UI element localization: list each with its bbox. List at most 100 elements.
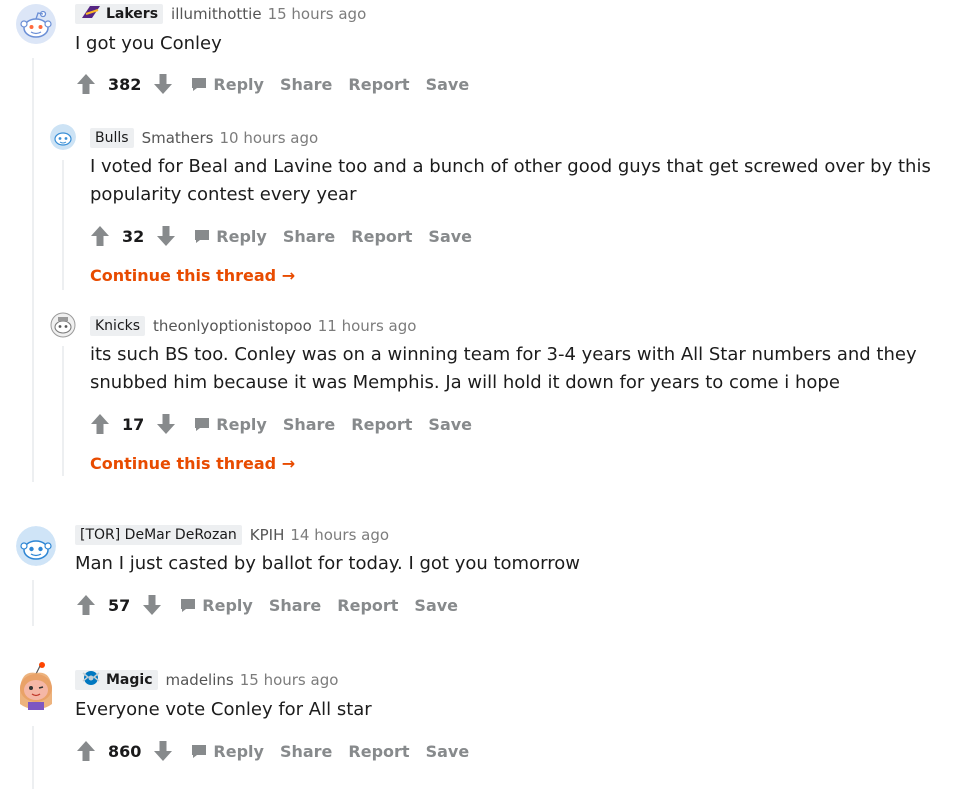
upvote-icon[interactable] [76, 594, 96, 616]
reply-label: Reply [213, 74, 264, 94]
user-flair: Lakers [75, 4, 164, 24]
reply-button[interactable]: Reply [194, 227, 267, 246]
save-button[interactable]: Save [428, 227, 472, 246]
upvote-icon[interactable] [76, 740, 96, 762]
snoo-avatar-icon [50, 312, 76, 338]
vote-score: 57 [108, 595, 131, 615]
user-flair: Knicks [90, 316, 146, 336]
downvote-icon[interactable] [142, 594, 162, 616]
user-flair: Magic [75, 670, 158, 690]
magic-logo-icon [80, 669, 102, 691]
comment-body-line: popularity contest every year [90, 184, 357, 205]
flair-text: Bulls [95, 130, 129, 146]
username[interactable]: KPIH [250, 526, 285, 544]
reply-button[interactable]: Reply [180, 596, 253, 615]
share-button[interactable]: Share [280, 742, 332, 761]
continue-thread-label: Continue this thread [90, 266, 277, 285]
lakers-logo-icon [80, 4, 102, 24]
comment-bubble-icon [192, 78, 207, 91]
thread-line[interactable] [32, 58, 34, 482]
share-button[interactable]: Share [283, 415, 335, 434]
report-button[interactable]: Report [348, 75, 409, 94]
avatar[interactable] [14, 660, 58, 712]
reply-button[interactable]: Reply [191, 742, 264, 761]
thread-line[interactable] [62, 160, 64, 290]
snoo-avatar-icon [50, 124, 76, 150]
report-button[interactable]: Report [337, 596, 398, 615]
reply-label: Reply [216, 414, 267, 434]
upvote-icon[interactable] [76, 73, 96, 95]
username[interactable]: madelins [166, 671, 234, 689]
comment-meta: Bulls Smathers 10 hours ago [90, 127, 318, 149]
report-button[interactable]: Report [351, 227, 412, 246]
continue-thread-link[interactable]: Continue this thread → [90, 454, 295, 473]
continue-thread-label: Continue this thread [90, 454, 277, 473]
share-button[interactable]: Share [283, 227, 335, 246]
downvote-icon[interactable] [153, 740, 173, 762]
comment-body-line: its such BS too. Conley was on a winning… [90, 344, 917, 365]
avatar[interactable] [50, 312, 76, 338]
flair-text: [TOR] DeMar DeRozan [80, 527, 237, 543]
downvote-icon[interactable] [156, 225, 176, 247]
save-button[interactable]: Save [426, 742, 470, 761]
username[interactable]: theonlyoptionistopoo [153, 317, 312, 335]
vote-score: 32 [122, 226, 145, 246]
save-button[interactable]: Save [428, 415, 472, 434]
comment-meta: [TOR] DeMar DeRozan KPIH 14 hours ago [75, 524, 389, 546]
reply-label: Reply [216, 226, 267, 246]
user-flair: Bulls [90, 128, 134, 148]
upvote-icon[interactable] [90, 225, 110, 247]
comment-actions: 382 Reply Share Report Save [76, 72, 469, 96]
thread-line[interactable] [62, 346, 64, 476]
comment-body: I voted for Beal and Lavine too and a bu… [90, 153, 950, 209]
downvote-icon[interactable] [153, 73, 173, 95]
avatar[interactable] [16, 526, 56, 566]
vote-score: 860 [108, 741, 142, 761]
timestamp[interactable]: 15 hours ago [240, 671, 339, 689]
flair-text: Lakers [106, 6, 159, 22]
thread-line[interactable] [32, 726, 34, 789]
arrow-right-icon: → [281, 266, 296, 285]
username[interactable]: illumithottie [171, 5, 262, 23]
timestamp[interactable]: 15 hours ago [268, 5, 367, 23]
timestamp[interactable]: 14 hours ago [290, 526, 389, 544]
timestamp[interactable]: 11 hours ago [318, 317, 417, 335]
snoo-avatar-icon [20, 662, 52, 710]
share-button[interactable]: Share [269, 596, 321, 615]
report-button[interactable]: Report [348, 742, 409, 761]
reply-label: Reply [213, 741, 264, 761]
save-button[interactable]: Save [426, 75, 470, 94]
comment-actions: 860 Reply Share Report Save [76, 739, 469, 763]
comment-body: I got you Conley [75, 33, 222, 54]
thread-line[interactable] [32, 580, 34, 626]
upvote-icon[interactable] [90, 413, 110, 435]
comment-actions: 17 Reply Share Report Save [90, 412, 472, 436]
downvote-icon[interactable] [156, 413, 176, 435]
comment-bubble-icon [195, 418, 210, 431]
reply-label: Reply [202, 595, 253, 615]
reply-button[interactable]: Reply [191, 75, 264, 94]
comment-bubble-icon [192, 745, 207, 758]
comment-bubble-icon [181, 599, 196, 612]
comment-body: Everyone vote Conley for All star [75, 699, 372, 720]
comment-bubble-icon [195, 230, 210, 243]
avatar[interactable] [16, 4, 56, 44]
report-button[interactable]: Report [351, 415, 412, 434]
snoo-avatar-icon [16, 4, 56, 44]
comment-body: Man I just casted by ballot for today. I… [75, 553, 580, 574]
arrow-right-icon: → [281, 454, 296, 473]
comment-body-line: snubbed him because it was Memphis. Ja w… [90, 372, 840, 393]
comment-actions: 57 Reply Share Report Save [76, 593, 458, 617]
vote-score: 382 [108, 74, 142, 94]
comment-body-line: I voted for Beal and Lavine too and a bu… [90, 156, 931, 177]
continue-thread-link[interactable]: Continue this thread → [90, 266, 295, 285]
reply-button[interactable]: Reply [194, 415, 267, 434]
avatar[interactable] [50, 124, 76, 150]
username[interactable]: Smathers [142, 129, 214, 147]
user-flair: [TOR] DeMar DeRozan [75, 525, 242, 545]
save-button[interactable]: Save [414, 596, 458, 615]
share-button[interactable]: Share [280, 75, 332, 94]
comment-meta: Knicks theonlyoptionistopoo 11 hours ago [90, 315, 416, 337]
timestamp[interactable]: 10 hours ago [220, 129, 319, 147]
vote-score: 17 [122, 414, 145, 434]
